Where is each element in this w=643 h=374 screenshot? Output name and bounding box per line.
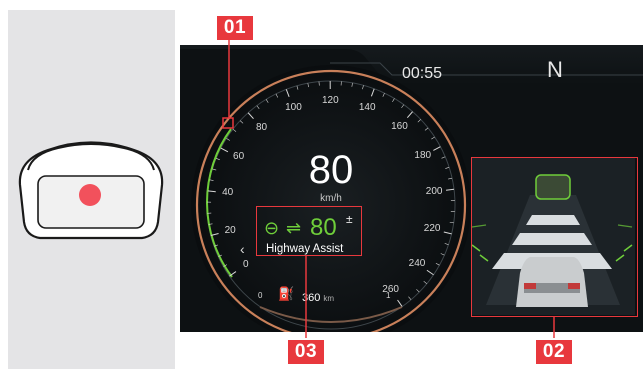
callout-badge-03: 03: [288, 340, 324, 364]
callout-badge-02: 02: [536, 340, 572, 364]
callout-leader-lines: [0, 0, 643, 369]
callout-badge-01: 01: [217, 16, 253, 40]
